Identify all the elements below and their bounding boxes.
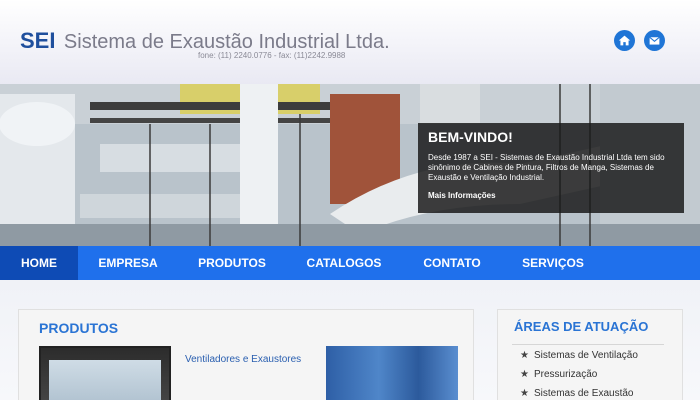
more-info-link[interactable]: Mais Informações xyxy=(428,191,674,200)
main-nav: HOME EMPRESA PRODUTOS CATALOGOS CONTATO … xyxy=(0,246,700,280)
nav-home[interactable]: HOME xyxy=(0,246,78,280)
nav-catalogos[interactable]: CATALOGOS xyxy=(286,246,402,280)
welcome-title: BEM-VINDO! xyxy=(428,129,513,145)
logo-name: Sistema de Exaustão Industrial Ltda. xyxy=(63,31,390,53)
welcome-text: Desde 1987 a SEI - Sistemas de Exaustão … xyxy=(428,153,665,182)
product-image-filter[interactable] xyxy=(326,346,458,400)
site-header: SEI Sistema de Exaustão Industrial Ltda.… xyxy=(0,0,700,84)
products-title: PRODUTOS xyxy=(39,320,119,336)
star-icon: ★ xyxy=(520,369,529,380)
products-panel: PRODUTOS Ventiladores e Exaustores xyxy=(18,309,474,400)
product-image-paint-booth[interactable] xyxy=(39,346,171,400)
logo-short: SEI xyxy=(20,28,56,53)
mail-icon[interactable] xyxy=(644,30,665,51)
nav-empresa[interactable]: EMPRESA xyxy=(78,246,178,280)
contact-phone-fax: fone: (11) 2240.0776 - fax: (11)2242.998… xyxy=(198,51,346,60)
welcome-box: BEM-VINDO! Desde 1987 a SEI - Sistemas d… xyxy=(418,123,684,213)
star-icon: ★ xyxy=(520,350,529,361)
area-item[interactable]: ★ Pressurização xyxy=(520,369,597,380)
hero-banner: BEM-VINDO! Desde 1987 a SEI - Sistemas d… xyxy=(0,84,700,246)
nav-produtos[interactable]: PRODUTOS xyxy=(178,246,286,280)
areas-panel: ÁREAS DE ATUAÇÃO ★ Sistemas de Ventilação… xyxy=(497,309,683,400)
home-icon[interactable] xyxy=(614,30,635,51)
product-link-ventiladores[interactable]: Ventiladores e Exaustores xyxy=(185,354,301,365)
content-area: PRODUTOS Ventiladores e Exaustores ÁREAS… xyxy=(0,280,700,400)
nav-contato[interactable]: CONTATO xyxy=(402,246,502,280)
areas-divider xyxy=(512,344,664,345)
star-icon: ★ xyxy=(520,388,529,399)
areas-title: ÁREAS DE ATUAÇÃO xyxy=(514,319,649,334)
nav-servicos[interactable]: SERVIÇOS xyxy=(502,246,604,280)
area-item[interactable]: ★ Sistemas de Ventilação xyxy=(520,350,638,361)
area-item[interactable]: ★ Sistemas de Exaustão xyxy=(520,388,633,399)
